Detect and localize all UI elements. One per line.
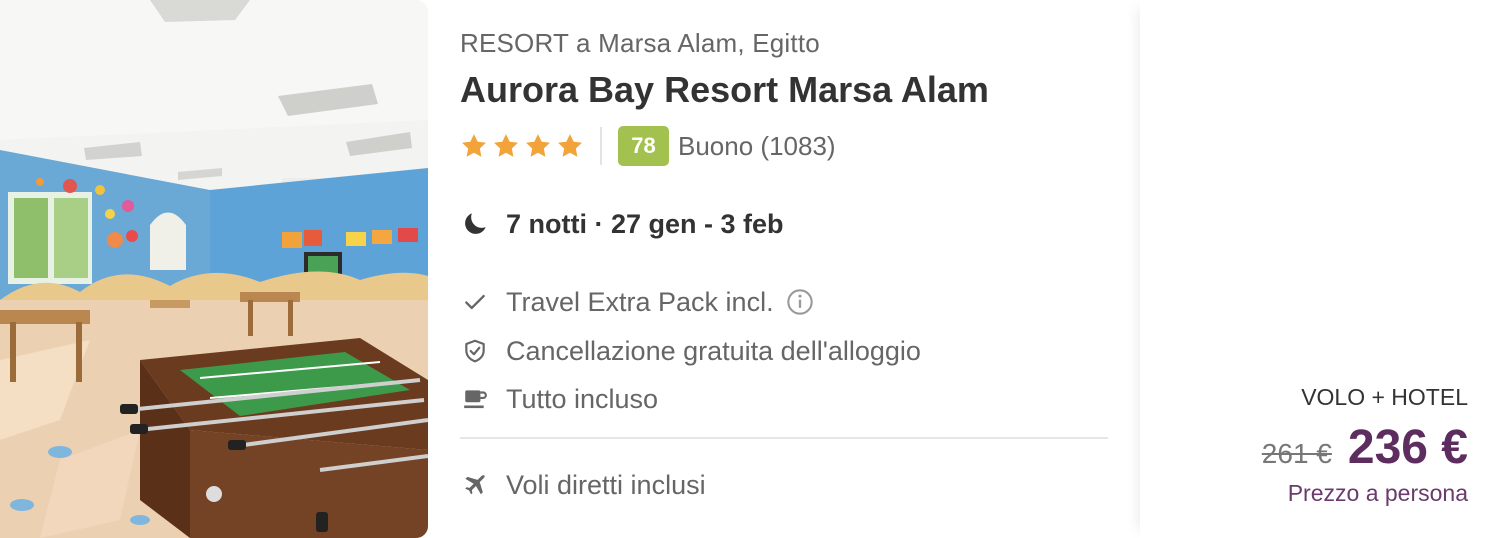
price-panel[interactable]: VOLO + HOTEL 261 € 236 € Prezzo a person… [1140, 0, 1490, 538]
feature-free-cancellation: Cancellazione gratuita dell'alloggio [460, 331, 921, 371]
shield-check-icon [460, 336, 490, 366]
airplane-icon [460, 470, 490, 500]
feature-direct-flights: Voli diretti inclusi [460, 465, 706, 505]
hotel-details: RESORT a Marsa Alam, Egitto Aurora Bay R… [428, 0, 1140, 538]
hotel-location: RESORT a Marsa Alam, Egitto [460, 28, 820, 58]
check-icon [460, 287, 490, 317]
price-row: 261 € 236 € [1262, 420, 1468, 475]
star-icon [494, 134, 518, 157]
stay-dates: 7 notti · 27 gen - 3 feb [460, 204, 784, 244]
hotel-name[interactable]: Aurora Bay Resort Marsa Alam [460, 69, 989, 111]
hotel-photo[interactable] [0, 0, 428, 538]
star-icon [462, 134, 486, 157]
star-rating [460, 132, 584, 160]
feature-text: Travel Extra Pack incl. [506, 286, 774, 317]
stay-dates-text: 7 notti · 27 gen - 3 feb [506, 208, 784, 239]
star-icon [526, 134, 550, 157]
feature-all-inclusive: Tutto incluso [460, 379, 658, 419]
rating-row: 78 Buono (1083) [460, 126, 836, 166]
feature-text: Cancellazione gratuita dell'alloggio [506, 335, 921, 366]
star-icon [558, 134, 582, 157]
moon-icon [465, 213, 486, 234]
feature-travel-extra: Travel Extra Pack incl. [460, 282, 814, 322]
feature-text: Tutto incluso [506, 383, 659, 414]
package-type: VOLO + HOTEL [1301, 384, 1468, 410]
price-per-person-label: Prezzo a persona [1287, 480, 1468, 506]
review-score-badge: 78 [618, 126, 669, 166]
kids-club-room-image [0, 0, 428, 538]
review-score-label[interactable]: Buono (1083) [678, 131, 836, 162]
old-price: 261 € [1261, 438, 1332, 469]
info-icon[interactable] [786, 288, 814, 316]
feature-text: Voli diretti inclusi [506, 469, 706, 500]
hotel-card[interactable]: RESORT a Marsa Alam, Egitto Aurora Bay R… [0, 0, 1490, 538]
rating-divider [600, 127, 602, 165]
current-price[interactable]: 236 € [1348, 420, 1468, 475]
section-divider [460, 437, 1108, 439]
coffee-cup-icon [460, 384, 490, 414]
